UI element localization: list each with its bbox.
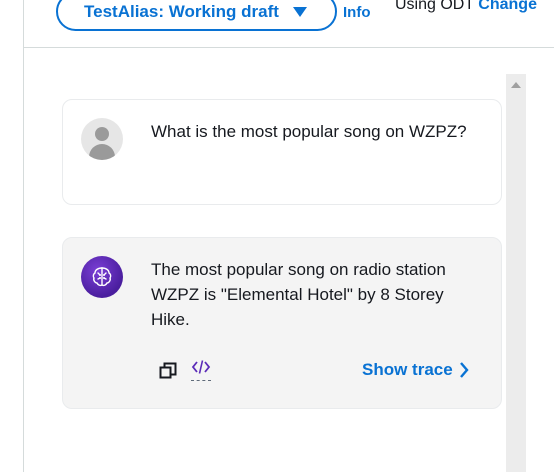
info-link[interactable]: Info bbox=[343, 4, 371, 21]
alias-label: TestAlias: Working draft bbox=[84, 1, 279, 21]
code-icon[interactable] bbox=[191, 359, 211, 381]
app-root: TestAlias: Working draft Info Using ODT … bbox=[0, 0, 554, 472]
user-avatar-icon bbox=[81, 118, 123, 160]
using-prefix: Using ODT bbox=[395, 0, 474, 13]
user-message-card: What is the most popular song on WZPZ? bbox=[62, 99, 502, 205]
chat-scrollbar[interactable] bbox=[506, 74, 526, 472]
using-version-text: Using ODT Change bbox=[395, 0, 537, 14]
scroll-up-icon[interactable] bbox=[511, 82, 521, 88]
assistant-message-card: The most popular song on radio station W… bbox=[62, 237, 502, 409]
assistant-message-text: The most popular song on radio station W… bbox=[151, 260, 446, 329]
alias-selector-button[interactable]: TestAlias: Working draft bbox=[56, 0, 337, 31]
copy-icon[interactable] bbox=[159, 362, 177, 380]
user-message-text: What is the most popular song on WZPZ? bbox=[151, 122, 467, 141]
show-trace-label: Show trace bbox=[362, 360, 453, 379]
chevron-right-icon bbox=[459, 362, 469, 378]
brain-ai-icon bbox=[81, 256, 123, 298]
caret-down-icon bbox=[292, 6, 307, 17]
change-link[interactable]: Change bbox=[478, 0, 537, 13]
show-trace-button[interactable]: Show trace bbox=[362, 360, 469, 380]
